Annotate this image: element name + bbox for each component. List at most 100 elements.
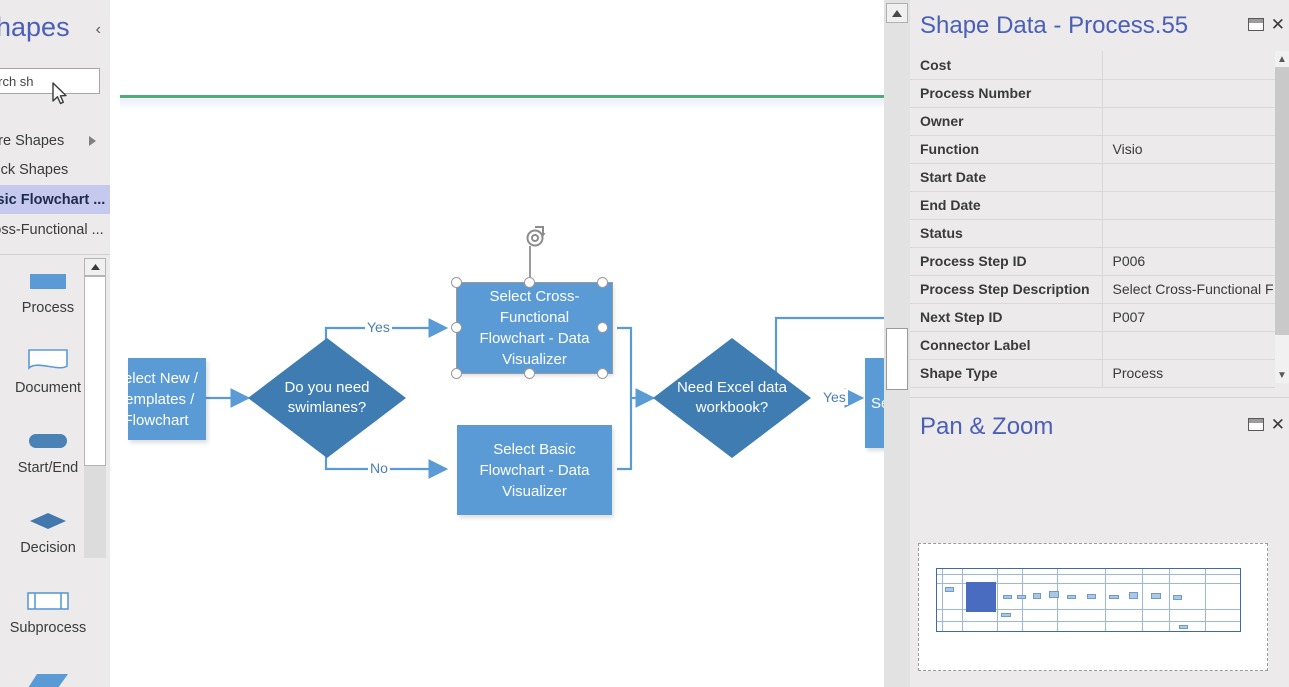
shape-data-row[interactable]: Owner	[910, 107, 1275, 136]
shape-data-value[interactable]: P007	[1102, 303, 1275, 332]
shape-data-row[interactable]: Connector Label	[910, 331, 1275, 360]
shapes-panel: Shapes ‹ More Shapes Quick Shapes Basic Fl…	[0, 0, 110, 687]
resize-handle-n[interactable]	[524, 277, 535, 288]
shape-stencil-data[interactable]: Data	[0, 668, 96, 687]
visio-window: Shapes ‹ More Shapes Quick Shapes Basic Fl…	[0, 0, 1289, 687]
shape-data-row[interactable]: Function Visio	[910, 135, 1275, 164]
resize-handle-sw[interactable]	[451, 368, 462, 379]
shape-data-row[interactable]: Next Step ID P007	[910, 303, 1275, 332]
search-input[interactable]	[0, 69, 110, 93]
shape-data-key: Connector Label	[910, 331, 1103, 360]
shape-data-key: Next Step ID	[910, 303, 1103, 332]
resize-handle-s[interactable]	[524, 368, 535, 379]
shape-stencil-label: Document	[14, 380, 82, 396]
shape-stencil-label: Start/End	[17, 460, 79, 476]
shape-stencil-subprocess[interactable]: Subprocess	[0, 588, 96, 636]
shape-stencil-process[interactable]: Process	[0, 268, 96, 316]
close-icon[interactable]: ✕	[1271, 416, 1285, 433]
rotate-handle-icon[interactable]	[523, 225, 547, 249]
shape-data-key: Owner	[910, 107, 1103, 136]
chevron-up-icon[interactable]: ▲	[1275, 51, 1289, 67]
shape-data-value[interactable]	[1102, 219, 1275, 248]
diamond-shape	[29, 508, 67, 534]
parallelogram-shape	[27, 668, 69, 687]
shape-data-value[interactable]: Select Cross-Functional F	[1102, 275, 1275, 304]
shape-data-value[interactable]: Visio	[1102, 135, 1275, 164]
shape-stencil-start-end[interactable]: Start/End	[0, 428, 96, 476]
close-icon[interactable]: ✕	[1271, 16, 1285, 33]
rounded-pill-shape	[28, 428, 68, 454]
flow-node-process-1[interactable]: Select New / Templates / Flowchart	[114, 358, 206, 440]
shape-data-value[interactable]: P006	[1102, 247, 1275, 276]
scrollbar-thumb[interactable]	[84, 276, 106, 466]
shape-data-row[interactable]: Shape Type Process	[910, 359, 1275, 388]
rectangle-shape	[29, 268, 67, 294]
stencil-row-3[interactable]: Cross-Functional ...	[0, 215, 110, 244]
right-panels: Shape Data - Process.55 ✕ Cost Process Nu…	[910, 0, 1289, 687]
shape-data-row[interactable]: End Date	[910, 191, 1275, 220]
shape-stencil-label: Decision	[20, 540, 76, 556]
shape-data-row[interactable]: Process Step ID P006	[910, 247, 1275, 276]
pan-zoom-thumbnail[interactable]	[918, 543, 1268, 671]
stencil-row-label: Quick Shapes	[0, 161, 69, 178]
stencil-row-label: More Shapes	[0, 132, 65, 149]
stencil-row-2[interactable]: Basic Flowchart ...	[0, 185, 110, 214]
stencil-row-label: Cross-Functional ...	[0, 221, 104, 238]
shape-stencil-label: Subprocess	[9, 620, 87, 636]
shape-data-row[interactable]: Process Step Description Select Cross-Fun…	[910, 275, 1275, 304]
flow-node-decision-2[interactable]: Need Excel data workbook?	[653, 338, 811, 458]
chevron-down-icon[interactable]: ▼	[1275, 367, 1289, 383]
shape-data-value[interactable]	[1102, 51, 1275, 80]
shape-data-key: Process Step Description	[910, 275, 1103, 304]
shape-data-row[interactable]: Process Number	[910, 79, 1275, 108]
stencil-row-0[interactable]: More Shapes	[0, 126, 110, 155]
shape-stencil-document[interactable]: Document	[0, 348, 96, 396]
flow-node-process-3[interactable]: Select Basic Flowchart - Data Visualizer	[457, 425, 612, 515]
drawing-canvas[interactable]: Select New / Templates / Flowchart Do yo…	[110, 0, 910, 687]
shape-data-value[interactable]	[1102, 79, 1275, 108]
shape-data-scrollbar[interactable]: ▲ ▼	[1275, 51, 1289, 383]
resize-handle-w[interactable]	[451, 322, 462, 333]
resize-handle-ne[interactable]	[597, 277, 608, 288]
scroll-up-icon[interactable]	[886, 3, 908, 23]
shape-data-key: End Date	[910, 191, 1103, 220]
scrollbar-thumb[interactable]	[1275, 67, 1289, 335]
scroll-up-icon[interactable]	[84, 258, 106, 276]
scrollbar-thumb[interactable]	[886, 328, 908, 390]
chevron-left-icon[interactable]: ‹	[96, 21, 101, 39]
flow-node-decision-1[interactable]: Do you need swimlanes?	[248, 338, 406, 458]
canvas-vertical-scrollbar[interactable]	[884, 0, 910, 687]
search-shapes-box[interactable]	[0, 68, 110, 94]
shape-data-value[interactable]	[1102, 331, 1275, 360]
shapes-panel-header: Shapes ‹	[0, 6, 110, 48]
shape-data-value[interactable]	[1102, 191, 1275, 220]
shape-data-row[interactable]: Cost	[910, 51, 1275, 80]
shape-data-panel-buttons: ✕	[1247, 16, 1285, 33]
shape-data-value[interactable]	[1102, 107, 1275, 136]
restore-window-icon[interactable]	[1247, 418, 1264, 431]
shapes-panel-title: Shapes	[0, 12, 70, 42]
drawing-page[interactable]: Select New / Templates / Flowchart Do yo…	[114, 0, 910, 687]
shape-data-key: Function	[910, 135, 1103, 164]
shape-data-key: Start Date	[910, 163, 1103, 192]
flow-node-process-2-selected[interactable]: Select Cross- Functional Flowchart - Dat…	[456, 282, 613, 374]
shape-data-value[interactable]	[1102, 163, 1275, 192]
shape-data-key: Shape Type	[910, 359, 1103, 388]
shape-data-row[interactable]: Status	[910, 219, 1275, 248]
pan-zoom-viewport-box[interactable]	[966, 582, 996, 612]
flow-node-label: Need Excel data workbook?	[676, 379, 788, 416]
resize-handle-nw[interactable]	[451, 277, 462, 288]
shape-data-row[interactable]: Start Date	[910, 163, 1275, 192]
pan-zoom-panel-buttons: ✕	[1247, 416, 1285, 433]
shape-data-key: Process Step ID	[910, 247, 1103, 276]
document-shape	[27, 348, 69, 374]
stencil-row-1[interactable]: Quick Shapes	[0, 155, 110, 184]
shape-data-value[interactable]: Process	[1102, 359, 1275, 388]
resize-handle-se[interactable]	[597, 368, 608, 379]
restore-window-icon[interactable]	[1247, 18, 1264, 31]
flow-node-label: Do you need swimlanes?	[284, 379, 370, 416]
stencil-scrollbar[interactable]	[84, 258, 106, 558]
resize-handle-e[interactable]	[597, 322, 608, 333]
shape-stencil-decision[interactable]: Decision	[0, 508, 96, 556]
shape-data-table: Cost Process Number Owner Function Visio Star…	[910, 51, 1275, 388]
